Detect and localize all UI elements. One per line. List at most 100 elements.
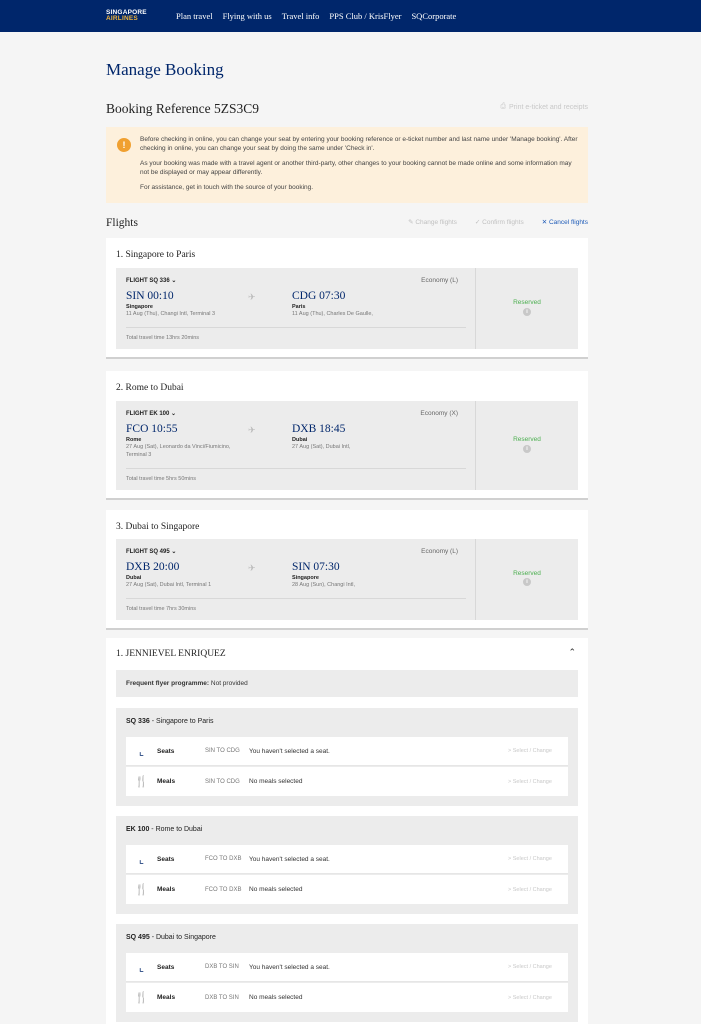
select-change-label: Select / Change xyxy=(512,886,552,893)
meal-route: SIN TO CDG xyxy=(205,778,240,785)
flight-card-3: 3. Dubai to Singapore FLIGHT SQ 495 ⌄ Ec… xyxy=(106,510,588,630)
row-divider xyxy=(126,468,466,469)
seat-route: FCO TO DXB xyxy=(205,856,242,862)
nav-sqcorporate[interactable]: SQCorporate xyxy=(411,11,456,21)
departure-time: FCO 10:55 xyxy=(126,423,178,435)
frequent-flyer-label: Frequent flyer programme: xyxy=(126,680,210,687)
chevron-down-icon: ⌄ xyxy=(171,549,177,555)
flight-card-1: 1. Singapore to Paris FLIGHT SQ 336 ⌄ Ec… xyxy=(106,238,588,359)
seats-row: ⌞ Seats FCO TO DXB You haven't selected … xyxy=(126,845,568,874)
status-badge: Reserved xyxy=(513,299,541,306)
info-icon[interactable]: i xyxy=(523,445,531,453)
seats-row: ⌞ Seats SIN TO CDG You haven't selected … xyxy=(126,737,568,766)
chevron-down-icon: ⌄ xyxy=(171,278,177,284)
confirm-flights-label: Confirm flights xyxy=(482,219,524,226)
status-divider xyxy=(475,401,476,490)
status-badge: Reserved xyxy=(513,570,541,577)
warning-icon: ! xyxy=(117,138,131,152)
booking-reference: Booking Reference 5ZS3C9 xyxy=(106,101,259,116)
seats-row: ⌞ Seats DXB TO SIN You haven't selected … xyxy=(126,953,568,982)
select-change-label: Select / Change xyxy=(512,748,552,754)
seats-label: Seats xyxy=(157,963,175,971)
meal-message: No meals selected xyxy=(249,994,303,1001)
select-change-label: Select / Change xyxy=(512,994,552,1001)
flight-details: FLIGHT EK 100 ⌄ Economy (X) Reserved i F… xyxy=(116,401,578,490)
flight-number-toggle[interactable]: FLIGHT EK 100 ⌄ xyxy=(126,410,176,417)
seat-message: You haven't selected a seat. xyxy=(249,963,330,971)
select-change-label: Select / Change xyxy=(512,964,552,970)
nav-travel-info[interactable]: Travel info xyxy=(282,11,320,21)
notice-paragraph-1: Before checking in online, you can chang… xyxy=(140,136,578,152)
arrival-detail: 27 Aug (Sat), Dubai Intl, xyxy=(292,444,351,450)
frequent-flyer-box: Frequent flyer programme: Not provided xyxy=(116,670,578,697)
segment-route: - Singapore to Paris xyxy=(149,718,214,725)
logo-line2: AIRLINES xyxy=(106,15,138,22)
notice-paragraph-3: For assistance, get in touch with the so… xyxy=(140,184,314,191)
nav-pps-club-krisflyer[interactable]: PPS Club / KrisFlyer xyxy=(329,11,401,21)
segment-services-2: EK 100 - Rome to Dubai ⌞ Seats FCO TO DX… xyxy=(116,816,578,914)
flight-number: FLIGHT SQ 336 xyxy=(126,278,170,284)
airplane-icon: ✈ xyxy=(248,292,256,302)
seats-label: Seats xyxy=(157,855,175,863)
print-eticket-link[interactable]: ⎙ Print e-ticket and receipts xyxy=(500,103,588,111)
notice-paragraph-2: As your booking was made with a travel a… xyxy=(140,160,572,176)
total-travel-time: Total travel time 13hrs 20mins xyxy=(126,335,200,341)
meal-select-change-link[interactable]: > Select / Change xyxy=(508,779,568,785)
segment-title: SQ 336 - Singapore to Paris xyxy=(126,718,214,725)
frequent-flyer-value: Not provided xyxy=(210,680,248,687)
flights-heading: Flights xyxy=(106,217,138,229)
segment-services-3: SQ 495 - Dubai to Singapore ⌞ Seats DXB … xyxy=(116,924,578,1022)
close-icon: ✕ xyxy=(541,219,549,226)
meals-label: Meals xyxy=(157,778,176,785)
segment-route: - Dubai to Singapore xyxy=(149,934,216,941)
meal-route: DXB TO SIN xyxy=(205,994,239,1001)
seat-select-change-link[interactable]: > Select / Change xyxy=(508,856,568,862)
cancel-flights-button[interactable]: ✕ Cancel flights xyxy=(542,218,588,226)
cutlery-icon: 🍴 xyxy=(134,776,149,788)
change-flights-button[interactable]: ✎ Change flights xyxy=(408,218,457,226)
meal-message: No meals selected xyxy=(249,778,303,785)
status-divider xyxy=(475,539,476,620)
printer-icon: ⎙ xyxy=(500,103,507,110)
flight-number-toggle[interactable]: FLIGHT SQ 495 ⌄ xyxy=(126,548,176,555)
flight-title: 2. Rome to Dubai xyxy=(116,383,184,393)
flight-number-toggle[interactable]: FLIGHT SQ 336 ⌄ xyxy=(126,277,176,284)
seat-icon: ⌞ xyxy=(138,745,145,758)
meal-select-change-link[interactable]: > Select / Change xyxy=(508,887,568,893)
meal-select-change-link[interactable]: > Select / Change xyxy=(508,995,568,1001)
nav-flying-with-us[interactable]: Flying with us xyxy=(223,11,272,21)
arrival-time: CDG 07:30 xyxy=(292,290,346,302)
seat-message: You haven't selected a seat. xyxy=(249,747,330,755)
status-divider xyxy=(475,268,476,349)
segment-title: EK 100 - Rome to Dubai xyxy=(126,826,202,833)
flight-actions: ✎ Change flights ✓ Confirm flights ✕ Can… xyxy=(408,218,588,226)
flight-title: 1. Singapore to Paris xyxy=(116,250,196,260)
seat-icon: ⌞ xyxy=(138,961,145,974)
flight-details: FLIGHT SQ 336 ⌄ Economy (L) Reserved i S… xyxy=(116,268,578,349)
flight-card-2: 2. Rome to Dubai FLIGHT EK 100 ⌄ Economy… xyxy=(106,371,588,500)
select-change-label: Select / Change xyxy=(512,856,552,862)
nav-plan-travel[interactable]: Plan travel xyxy=(176,11,213,21)
airplane-icon: ✈ xyxy=(248,563,256,573)
confirm-flights-button[interactable]: ✓ Confirm flights xyxy=(475,218,524,226)
print-eticket-label: Print e-ticket and receipts xyxy=(509,103,588,111)
arrival-time: DXB 18:45 xyxy=(292,423,346,435)
status-badge: Reserved xyxy=(513,436,541,443)
cancel-flights-label: Cancel flights xyxy=(548,219,588,226)
departure-detail: 27 Aug (Sat), Dubai Intl, Terminal 1 xyxy=(126,582,212,588)
info-icon[interactable]: i xyxy=(523,578,531,586)
singapore-airlines-logo[interactable]: SINGAPORE AIRLINES xyxy=(106,6,166,26)
seat-select-change-link[interactable]: > Select / Change xyxy=(508,748,568,754)
chevron-up-icon[interactable]: ⌃ xyxy=(568,647,576,658)
segment-services-1: SQ 336 - Singapore to Paris ⌞ Seats SIN … xyxy=(116,708,578,806)
cutlery-icon: 🍴 xyxy=(134,992,149,1004)
info-icon[interactable]: i xyxy=(523,308,531,316)
meals-row: 🍴 Meals DXB TO SIN No meals selected > S… xyxy=(126,983,568,1012)
seat-route: DXB TO SIN xyxy=(205,964,239,970)
cabin-class: Economy (L) xyxy=(421,548,458,555)
seat-message: You haven't selected a seat. xyxy=(249,855,330,863)
top-navigation: SINGAPORE AIRLINES Plan travel Flying wi… xyxy=(0,0,701,32)
chevron-down-icon: ⌄ xyxy=(171,411,177,417)
total-travel-time: Total travel time 5hrs 50mins xyxy=(126,476,196,482)
seat-select-change-link[interactable]: > Select / Change xyxy=(508,964,568,970)
